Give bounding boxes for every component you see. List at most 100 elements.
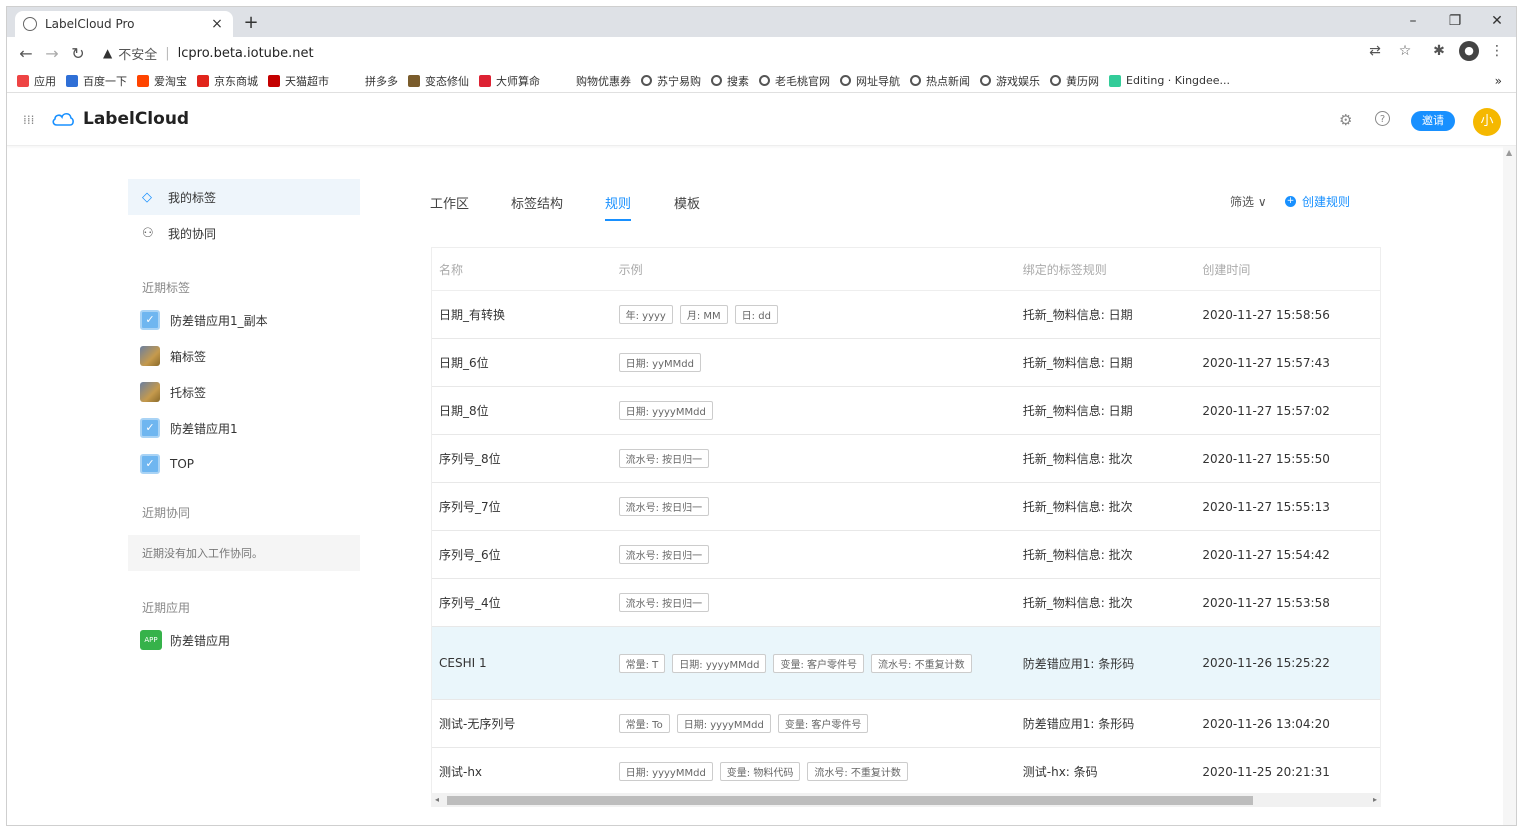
recent-label-item[interactable]: ✓ 防差错应用1 [128, 410, 360, 446]
recent-labels-list: ✓ 防差错应用1_副本 箱标签 托标签 ✓ 防差错应用1 ✓ TOP [128, 302, 360, 482]
cloud-logo-icon [52, 112, 74, 126]
invite-button[interactable]: 邀请 [1411, 111, 1455, 131]
gear-icon[interactable]: ⚙ [1339, 111, 1352, 129]
table-row[interactable]: 测试-无序列号 常量: To 日期: yyyyMMdd 变量: 客户零件号 防差错应用1… [432, 700, 1380, 748]
create-rule-label: 创建规则 [1302, 195, 1351, 209]
address-bar[interactable]: ▲ 不安全 | lcpro.beta.iotube.net [103, 41, 1403, 65]
tab-templates[interactable]: 模板 [674, 193, 700, 212]
rule-example: 常量: T 日期: yyyyMMdd 变量: 客户零件号 流水号: 不重复计数 [612, 648, 1016, 679]
new-tab-button[interactable]: + [241, 12, 261, 33]
tab-label-structure[interactable]: 标签结构 [511, 193, 563, 212]
menu-dots-icon[interactable]: ⋮ [1485, 43, 1509, 59]
example-chip: 日期: yyyyMMdd [618, 401, 713, 420]
help-icon[interactable]: ? [1375, 111, 1390, 126]
globe-icon [980, 75, 991, 86]
rule-example: 日期: yyMMdd [612, 347, 1016, 378]
bookmark-item[interactable]: 搜素 [711, 73, 749, 89]
more-bookmarks-button[interactable]: » [1495, 74, 1502, 88]
back-arrow-icon[interactable]: ← [13, 44, 39, 63]
browser-tab[interactable]: LabelCloud Pro × [15, 11, 233, 37]
bookmark-item[interactable]: 大师算命 [479, 73, 540, 89]
checkbox-icon: ✓ [140, 418, 160, 438]
tab-rules[interactable]: 规则 [605, 193, 631, 212]
bookmark-item[interactable]: 苏宁易购 [641, 73, 701, 89]
translate-icon[interactable]: ⇄ [1363, 43, 1387, 59]
apps-grid-icon [17, 74, 29, 87]
scroll-right-icon[interactable]: ▸ [1373, 793, 1377, 807]
bookmark-label: 网址导航 [856, 74, 900, 88]
example-chip: 常量: T [618, 653, 666, 673]
tab-close-icon[interactable]: × [209, 16, 225, 32]
rule-example: 日期: yyyyMMdd 变量: 物料代码 流水号: 不重复计数 [612, 756, 1016, 787]
table-row[interactable]: 序列号_6位 流水号: 按日归一 托新_物料信息: 批次 2020-11-27 15:… [432, 531, 1380, 579]
bookmark-item[interactable]: 黄历网 [1050, 73, 1099, 89]
filter-dropdown[interactable]: 筛选 ∨ [1230, 193, 1267, 210]
scroll-left-icon[interactable]: ◂ [435, 793, 439, 807]
baidu-icon [66, 74, 78, 87]
address-separator: | [165, 45, 170, 61]
tab-workspace[interactable]: 工作区 [430, 193, 469, 212]
bookmark-item[interactable]: 拼多多 [365, 73, 398, 89]
table-row[interactable]: 日期_6位 日期: yyMMdd 托新_物料信息: 日期 2020-11-27 15:… [432, 339, 1380, 387]
checkbox-icon: ✓ [140, 454, 160, 474]
star-icon[interactable]: ☆ [1393, 43, 1417, 59]
bookmark-item[interactable]: 京东商城 [197, 73, 258, 89]
bookmark-label: 热点新闻 [926, 74, 970, 88]
example-chip: 日期: yyyyMMdd [672, 653, 767, 673]
horizontal-scrollbar[interactable]: ◂ ▸ [431, 793, 1381, 807]
sidebar-item-my-labels[interactable]: ◇ 我的标签 [128, 179, 360, 215]
scroll-up-icon[interactable]: ▲ [1506, 148, 1512, 157]
taobao-icon [137, 74, 149, 87]
bookmark-label: 购物优惠券 [576, 74, 631, 88]
bookmark-item[interactable]: 应用 [17, 73, 56, 89]
avatar[interactable]: 小 [1473, 108, 1501, 136]
sidebar-item-my-collab[interactable]: ⚇ 我的协同 [128, 215, 360, 251]
forward-arrow-icon[interactable]: → [39, 44, 65, 63]
sidebar-item-label: 我的协同 [168, 226, 217, 241]
bookmark-item[interactable]: 百度一下 [66, 73, 127, 89]
bookmark-item[interactable]: 爱淘宝 [137, 73, 187, 89]
recent-label-item[interactable]: 托标签 [128, 374, 360, 410]
rule-example: 常量: To 日期: yyyyMMdd 变量: 客户零件号 [612, 708, 1016, 739]
table-row[interactable]: 序列号_4位 流水号: 按日归一 托新_物料信息: 批次 2020-11-27 15:… [432, 579, 1380, 627]
bookmark-item[interactable]: Editing · Kingdee... [1109, 74, 1230, 87]
extensions-icon[interactable]: ✱ [1427, 43, 1451, 59]
table-row[interactable]: 序列号_8位 流水号: 按日归一 托新_物料信息: 批次 2020-11-27 15:… [432, 435, 1380, 483]
create-rule-button[interactable]: + 创建规则 [1285, 193, 1350, 210]
table-row[interactable]: 日期_8位 日期: yyyyMMdd 托新_物料信息: 日期 2020-11-27 1… [432, 387, 1380, 435]
bookmark-item[interactable]: 购物优惠券 [576, 73, 631, 89]
close-window-button[interactable]: ✕ [1477, 9, 1516, 33]
bookmark-item[interactable]: 网址导航 [840, 73, 900, 89]
example-chip: 年: yyyy [618, 305, 673, 324]
scrollbar-thumb[interactable] [447, 796, 1253, 805]
table-row[interactable]: CESHI 1 常量: T 日期: yyyyMMdd 变量: 客户零件号 流水号: 不重… [432, 627, 1380, 700]
example-chip: 流水号: 按日归一 [618, 497, 710, 516]
apps-grid-icon[interactable]: ⁞⁞⁞ [23, 113, 37, 127]
example-chip: 变量: 物料代码 [719, 762, 801, 781]
recent-label-item[interactable]: 箱标签 [128, 338, 360, 374]
bookmark-item[interactable]: 游戏娱乐 [980, 73, 1040, 89]
bookmark-item[interactable]: 老毛桃官网 [759, 73, 830, 89]
recent-label-item[interactable]: ✓ 防差错应用1_副本 [128, 302, 360, 338]
table-row[interactable]: 日期_有转换 年: yyyy 月: MM 日: dd 托新_物料信息: 日期 2020-1… [432, 291, 1380, 339]
bookmark-item[interactable]: 天猫超市 [268, 73, 329, 89]
recent-label-item[interactable]: ✓ TOP [128, 446, 360, 482]
table-row[interactable]: 测试-hx 日期: yyyyMMdd 变量: 物料代码 流水号: 不重复计数 测试-hx… [432, 748, 1380, 796]
bookmark-item[interactable]: 变态修仙 [408, 73, 469, 89]
column-header-binding: 绑定的标签规则 [1022, 262, 1107, 277]
example-chip: 流水号: 按日归一 [618, 593, 710, 612]
vertical-scrollbar[interactable]: ▲ [1503, 146, 1516, 825]
rules-table: 名称 示例 绑定的标签规则 创建时间 日期_有转换 年: yyyy 月: MM 日: … [431, 247, 1381, 796]
insecure-label: 不安全 [118, 47, 158, 63]
bookmark-item[interactable]: 热点新闻 [910, 73, 970, 89]
globe-icon [1050, 75, 1061, 86]
recent-app-item[interactable]: APP 防差错应用 [128, 622, 360, 658]
minimize-button[interactable]: – [1393, 9, 1433, 33]
maximize-button[interactable]: ❐ [1435, 9, 1475, 33]
table-row[interactable]: 序列号_7位 流水号: 按日归一 托新_物料信息: 批次 2020-11-27 15:… [432, 483, 1380, 531]
rule-created-time: 2020-11-27 15:55:50 [1202, 451, 1330, 466]
recent-app-label: 防差错应用 [170, 633, 231, 648]
bookmark-label: 拼多多 [365, 74, 398, 88]
reload-icon[interactable]: ↻ [65, 44, 91, 63]
profile-icon[interactable]: ● [1459, 41, 1479, 61]
